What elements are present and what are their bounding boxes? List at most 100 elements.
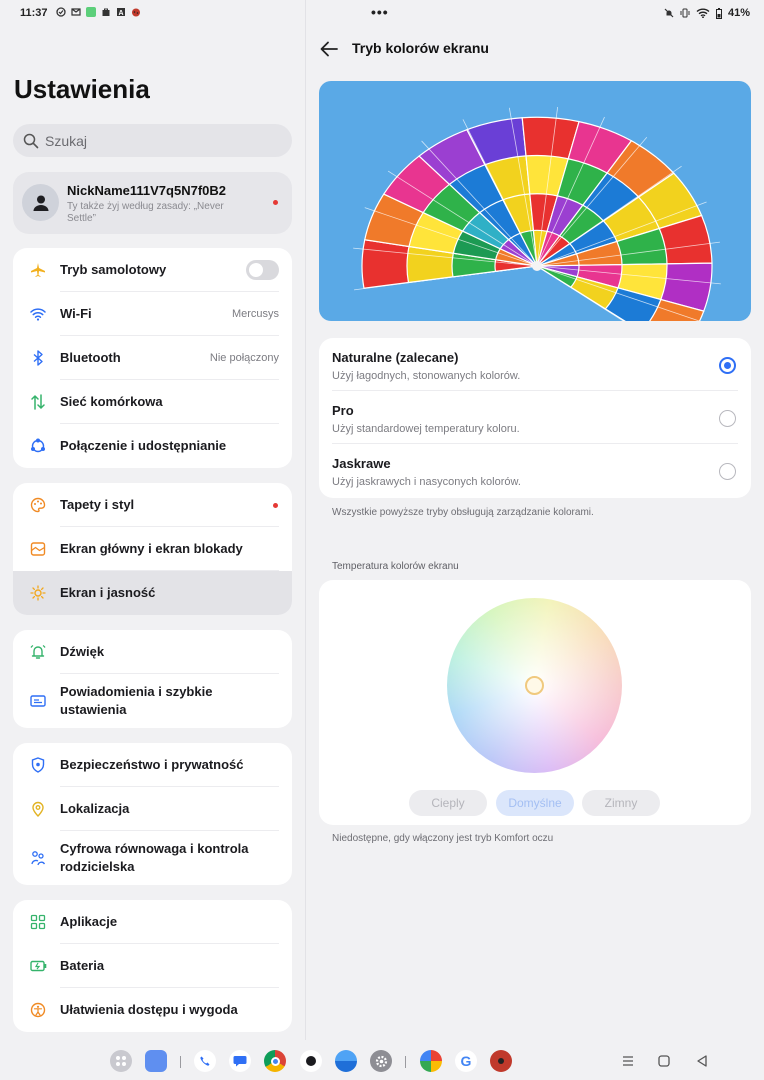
page-title: Tryb kolorów ekranu [352, 40, 489, 56]
shield-icon [29, 756, 47, 774]
setting-connection-sharing[interactable]: Połączenie i udostępnianie [13, 424, 292, 468]
home-nav-icon[interactable] [656, 1053, 672, 1069]
setting-airplane-mode[interactable]: Tryb samolotowy [13, 248, 292, 292]
setting-digital-wellbeing[interactable]: Cyfrowa równowaga i kontrola rodzicielsk… [13, 831, 292, 885]
apps-icon [29, 913, 47, 931]
status-time: 11:37 [20, 7, 48, 19]
setting-home-lock-screen[interactable]: Ekran główny i ekran blokady [13, 527, 292, 571]
vibrate-icon [680, 8, 690, 18]
setting-label: Wi-Fi [60, 306, 92, 321]
bell-icon [29, 643, 47, 661]
ladybug-icon [132, 8, 140, 17]
color-mode-options: Naturalne (zalecane) Użyj łagodnych, sto… [319, 338, 751, 498]
status-bar: 11:37 A ••• 41% [0, 0, 764, 28]
preview-image-parachute [319, 81, 751, 321]
multitask-dots-icon[interactable]: ••• [371, 4, 389, 20]
status-right-icons: 41% [664, 7, 750, 19]
setting-label: Aplikacje [60, 914, 118, 929]
mode-option-vivid[interactable]: Jaskrawe Użyj jaskrawych i nasyconych ko… [319, 444, 751, 497]
wifi-icon [29, 305, 47, 323]
settings-app-icon[interactable] [370, 1050, 392, 1072]
notification-icon [29, 692, 47, 710]
setting-location[interactable]: Lokalizacja [13, 787, 292, 831]
ladybug-app-icon[interactable] [490, 1050, 512, 1072]
setting-label: Bezpieczeństwo i prywatność [60, 757, 244, 772]
setting-apps[interactable]: Aplikacje [13, 900, 292, 944]
letter-a-icon: A [117, 8, 125, 17]
homescreen-icon [29, 540, 47, 558]
back-nav-icon[interactable] [694, 1053, 710, 1069]
camera-app-icon[interactable] [300, 1050, 322, 1072]
bluetooth-icon [29, 349, 47, 367]
wallpaper-notification-dot [273, 503, 278, 508]
modes-note: Wszystkie powyższe tryby obsługują zarzą… [332, 507, 594, 518]
palette-icon [29, 496, 47, 514]
accessibility-icon [29, 1001, 47, 1019]
warm-button[interactable]: Cieply [409, 790, 487, 816]
wifi-network-value: Mercusys [231, 308, 279, 320]
settings-group-sound: Dźwięk Powiadomienia i szybkie ustawieni… [13, 630, 292, 728]
setting-display-brightness[interactable]: Ekran i jasność [13, 571, 292, 615]
check-circle-icon [56, 7, 66, 17]
back-arrow-icon[interactable] [318, 38, 340, 60]
weather-app-icon[interactable] [335, 1050, 357, 1072]
share-icon [29, 437, 47, 455]
settings-group-connectivity: Tryb samolotowy Wi-Fi Mercusys Bluetooth… [13, 248, 292, 468]
temperature-knob[interactable] [525, 676, 544, 695]
phone-app-icon[interactable] [194, 1050, 216, 1072]
radio-pro[interactable] [719, 410, 736, 427]
photos-app-icon[interactable] [420, 1050, 442, 1072]
files-app-icon[interactable] [145, 1050, 167, 1072]
setting-label: Połączenie i udostępnianie [60, 438, 227, 453]
settings-group-security: Bezpieczeństwo i prywatność Lokalizacja … [13, 743, 292, 885]
setting-wifi[interactable]: Wi-Fi Mercusys [13, 292, 292, 336]
settings-group-display: Tapety i styl Ekran główny i ekran bloka… [13, 483, 292, 615]
radio-natural[interactable] [719, 357, 736, 374]
parachute-center [532, 261, 542, 271]
mode-description: Użyj łagodnych, stonowanych kolorów. [332, 370, 521, 382]
airplane-mode-toggle[interactable] [246, 260, 279, 280]
setting-wallpaper-style[interactable]: Tapety i styl [13, 483, 292, 527]
search-input[interactable] [45, 132, 265, 149]
app-drawer-icon[interactable] [110, 1050, 132, 1072]
temperature-note: Niedostępne, gdy włączony jest tryb Komf… [332, 833, 554, 844]
bag-icon [102, 8, 110, 16]
color-temperature-wheel[interactable] [447, 598, 622, 773]
chrome-app-icon[interactable] [264, 1050, 286, 1072]
radio-vivid[interactable] [719, 463, 736, 480]
search-bar[interactable] [13, 124, 292, 157]
setting-label: Lokalizacja [60, 801, 130, 816]
setting-label: Ułatwienia dostępu i wygoda [60, 1002, 238, 1017]
recents-nav-icon[interactable] [620, 1053, 636, 1069]
setting-sound[interactable]: Dźwięk [13, 630, 292, 674]
setting-label: Cyfrowa równowaga i kontrola rodzicielsk… [60, 841, 249, 874]
settings-group-apps: Aplikacje Bateria Ułatwienia dostępu i w… [13, 900, 292, 1032]
setting-label: Bluetooth [60, 350, 121, 365]
setting-notifications-quick-settings[interactable]: Powiadomienia i szybkie ustawienia [13, 674, 292, 728]
default-button[interactable]: Domyślne [496, 790, 574, 816]
mode-option-pro[interactable]: Pro Użyj standardowej temperatury koloru… [319, 391, 751, 444]
mode-option-natural[interactable]: Naturalne (zalecane) Użyj łagodnych, sto… [319, 338, 751, 391]
messages-app-icon[interactable] [229, 1050, 251, 1072]
setting-label: Powiadomienia i szybkie ustawienia [60, 684, 213, 717]
settings-title: Ustawienia [14, 74, 150, 104]
setting-label: Tryb samolotowy [60, 262, 167, 277]
temperature-section-label: Temperatura kolorów ekranu [332, 561, 459, 572]
google-app-icon[interactable]: G [455, 1050, 477, 1072]
setting-accessibility[interactable]: Ułatwienia dostępu i wygoda [13, 988, 292, 1032]
dock-separator [180, 1056, 181, 1068]
battery-percent: 41% [727, 7, 750, 19]
setting-label: Bateria [60, 958, 105, 973]
setting-mobile-network[interactable]: Sieć komórkowa [13, 380, 292, 424]
setting-security-privacy[interactable]: Bezpieczeństwo i prywatność [13, 743, 292, 787]
taskbar-dock: G [0, 1044, 764, 1080]
cold-button[interactable]: Zimny [582, 790, 660, 816]
setting-label: Dźwięk [60, 644, 105, 659]
search-icon [23, 133, 39, 148]
setting-battery[interactable]: Bateria [13, 944, 292, 988]
setting-bluetooth[interactable]: Bluetooth Nie połączony [13, 336, 292, 380]
profile-card[interactable]: NickName111V7q5N7f0B2 Ty także żyj wedłu… [13, 172, 292, 234]
mobile-data-icon [29, 393, 47, 411]
mode-description: Użyj jaskrawych i nasyconych kolorów. [332, 476, 521, 488]
family-icon [29, 849, 47, 867]
